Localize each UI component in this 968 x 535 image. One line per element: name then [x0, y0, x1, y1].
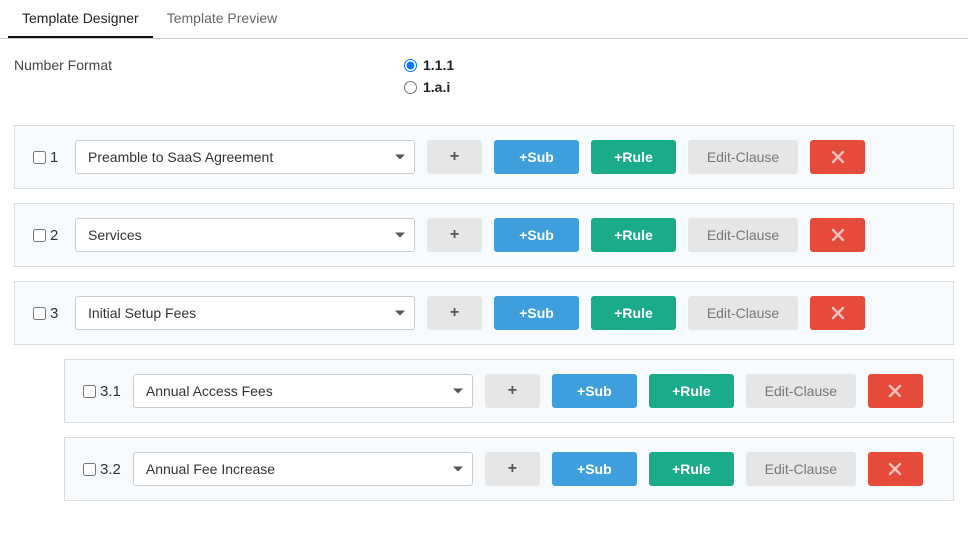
caret-down-icon: [395, 233, 405, 238]
add-sub-button[interactable]: +Sub: [494, 218, 579, 252]
clause-title-select[interactable]: Annual Fee Increase: [133, 452, 473, 486]
clause-number: 3: [50, 305, 58, 322]
clause-title: Preamble to SaaS Agreement: [88, 149, 273, 165]
clause-number: 2: [50, 227, 58, 244]
radio-1ai[interactable]: [404, 81, 417, 94]
clause-row: 3.1 Annual Access Fees + +Sub +Rule Edit…: [64, 359, 954, 423]
add-sub-button[interactable]: +Sub: [494, 140, 579, 174]
close-icon: [831, 306, 845, 320]
delete-button[interactable]: [810, 140, 865, 174]
clause-title-select[interactable]: Annual Access Fees: [133, 374, 473, 408]
delete-button[interactable]: [868, 374, 923, 408]
edit-clause-button[interactable]: Edit-Clause: [688, 218, 798, 252]
delete-button[interactable]: [810, 296, 865, 330]
close-icon: [888, 384, 902, 398]
clause-title: Annual Access Fees: [146, 383, 273, 399]
delete-button[interactable]: [810, 218, 865, 252]
edit-clause-button[interactable]: Edit-Clause: [746, 374, 856, 408]
add-sub-button[interactable]: +Sub: [552, 452, 637, 486]
add-rule-button[interactable]: +Rule: [649, 452, 734, 486]
number-format-row: Number Format 1.1.1 1.a.i: [0, 39, 968, 105]
edit-clause-button[interactable]: Edit-Clause: [746, 452, 856, 486]
tabs: Template Designer Template Preview: [0, 0, 968, 39]
number-format-option-1ai[interactable]: 1.a.i: [404, 79, 454, 95]
clause-number: 3.1: [100, 383, 121, 400]
radio-1ai-label: 1.a.i: [423, 79, 450, 95]
clause-title: Services: [88, 227, 142, 243]
add-button[interactable]: +: [427, 296, 482, 330]
number-format-options: 1.1.1 1.a.i: [404, 57, 454, 95]
clause-title-select[interactable]: Initial Setup Fees: [75, 296, 415, 330]
clause-checkbox[interactable]: [33, 151, 46, 164]
radio-111[interactable]: [404, 59, 417, 72]
number-format-option-111[interactable]: 1.1.1: [404, 57, 454, 73]
add-rule-button[interactable]: +Rule: [649, 374, 734, 408]
edit-clause-button[interactable]: Edit-Clause: [688, 140, 798, 174]
clause-number: 1: [50, 149, 58, 166]
add-button[interactable]: +: [485, 452, 540, 486]
radio-111-label: 1.1.1: [423, 57, 454, 73]
clause-checkbox[interactable]: [83, 463, 96, 476]
clause-row: 2 Services + +Sub +Rule Edit-Clause: [14, 203, 954, 267]
clause-row: 3.2 Annual Fee Increase + +Sub +Rule Edi…: [64, 437, 954, 501]
number-format-label: Number Format: [14, 57, 404, 73]
close-icon: [888, 462, 902, 476]
clause-title: Annual Fee Increase: [146, 461, 275, 477]
sub-clause-list: 3.1 Annual Access Fees + +Sub +Rule Edit…: [64, 359, 954, 501]
clause-checkbox[interactable]: [33, 229, 46, 242]
add-button[interactable]: +: [427, 218, 482, 252]
clause-checkbox[interactable]: [83, 385, 96, 398]
tab-template-designer[interactable]: Template Designer: [8, 0, 153, 38]
add-rule-button[interactable]: +Rule: [591, 296, 676, 330]
clause-list: 1 Preamble to SaaS Agreement + +Sub +Rul…: [0, 105, 968, 535]
caret-down-icon: [395, 311, 405, 316]
close-icon: [831, 228, 845, 242]
caret-down-icon: [453, 389, 463, 394]
caret-down-icon: [453, 467, 463, 472]
clause-title-select[interactable]: Services: [75, 218, 415, 252]
add-rule-button[interactable]: +Rule: [591, 218, 676, 252]
edit-clause-button[interactable]: Edit-Clause: [688, 296, 798, 330]
add-sub-button[interactable]: +Sub: [552, 374, 637, 408]
tab-template-preview[interactable]: Template Preview: [153, 0, 292, 38]
clause-row: 3 Initial Setup Fees + +Sub +Rule Edit-C…: [14, 281, 954, 345]
clause-title-select[interactable]: Preamble to SaaS Agreement: [75, 140, 415, 174]
caret-down-icon: [395, 155, 405, 160]
clause-row: 1 Preamble to SaaS Agreement + +Sub +Rul…: [14, 125, 954, 189]
close-icon: [831, 150, 845, 164]
delete-button[interactable]: [868, 452, 923, 486]
add-button[interactable]: +: [485, 374, 540, 408]
add-sub-button[interactable]: +Sub: [494, 296, 579, 330]
clause-checkbox[interactable]: [33, 307, 46, 320]
add-rule-button[interactable]: +Rule: [591, 140, 676, 174]
add-button[interactable]: +: [427, 140, 482, 174]
clause-title: Initial Setup Fees: [88, 305, 196, 321]
clause-number: 3.2: [100, 461, 121, 478]
